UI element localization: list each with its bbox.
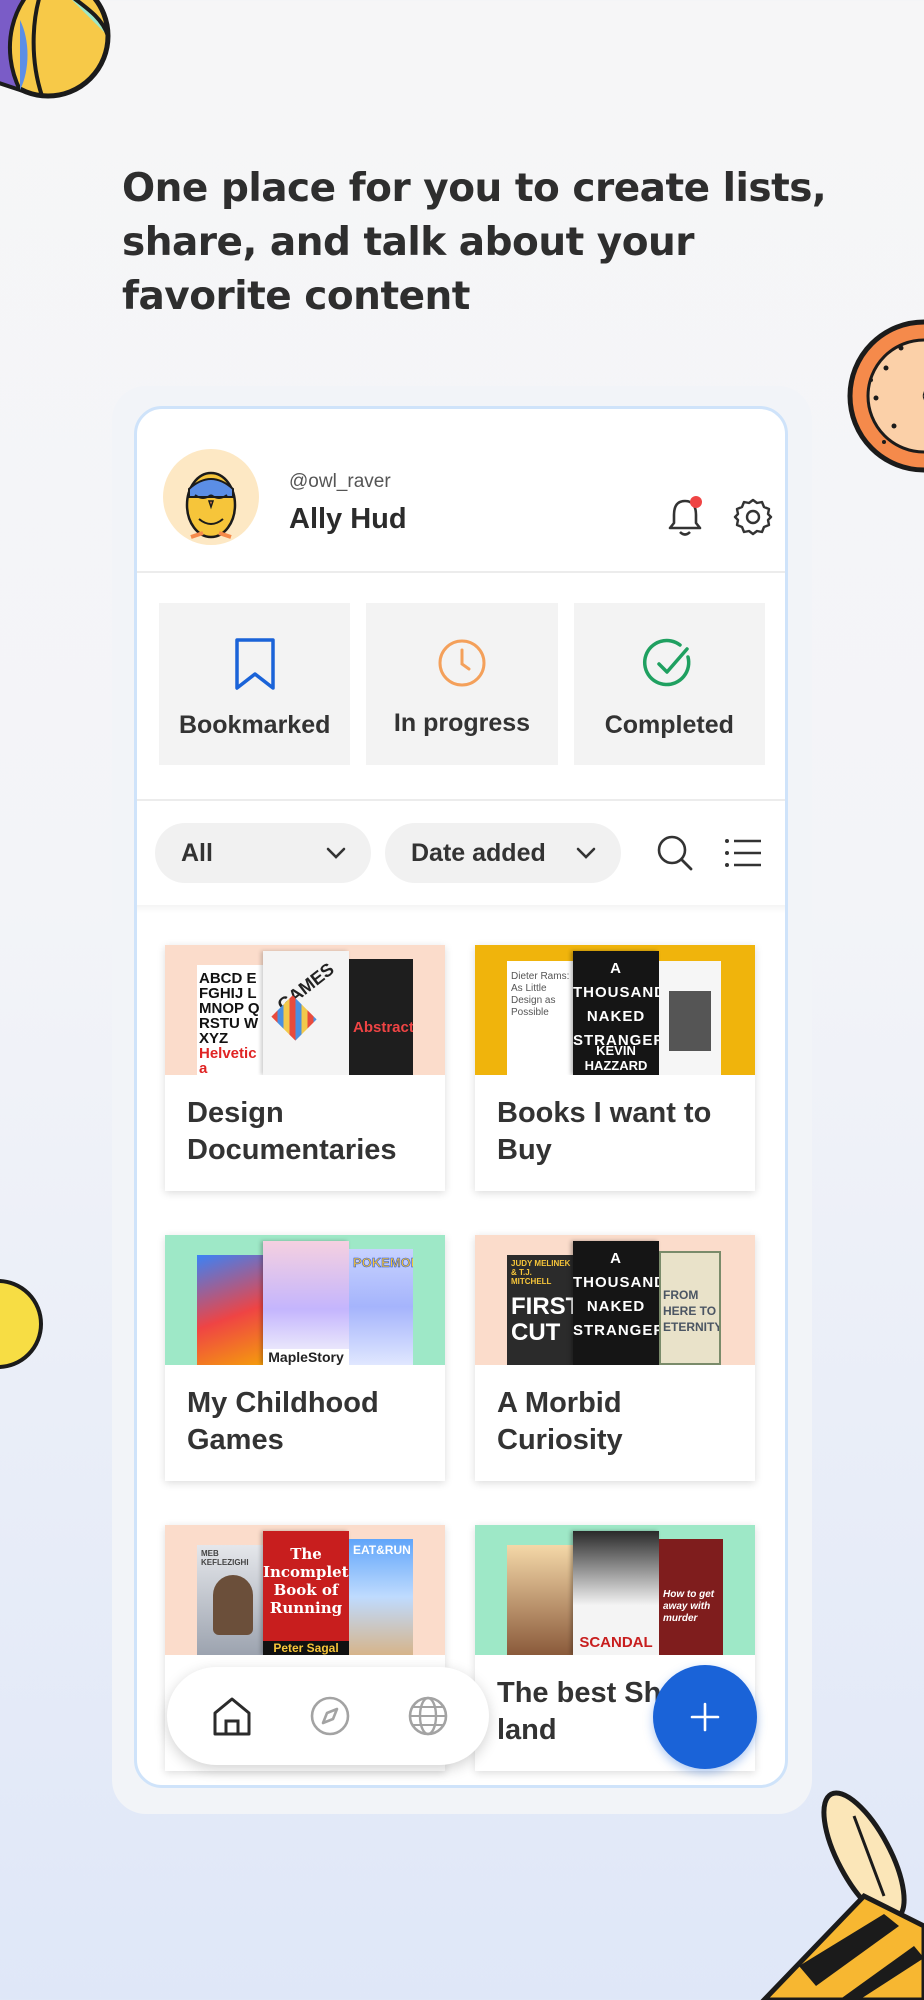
list-title: My Childhood Games (187, 1387, 379, 1456)
completed-label: Completed (604, 711, 734, 739)
list-card-my-childhood-games[interactable]: MapleStory POKEMON My Childhood Games (165, 1235, 445, 1481)
bell-icon (668, 496, 702, 536)
list-card-books-i-want-to-buy[interactable]: Dieter Rams: As Little Design as Possibl… (475, 945, 755, 1191)
create-list-button[interactable] (653, 1665, 757, 1769)
cover-book (197, 1255, 267, 1365)
avatar[interactable] (163, 449, 259, 545)
sort-value: Date added (411, 838, 546, 867)
list-cover: Dieter Rams: As Little Design as Possibl… (475, 945, 755, 1075)
grid-top-shadow (137, 905, 785, 913)
list-card-design-documentaries[interactable]: ABCD EFGHIJ LMNOP QRSTU WXYZ Helvetica GA… (165, 945, 445, 1191)
cover-book: ABCD EFGHIJ LMNOP QRSTU WXYZ Helvetica (197, 965, 265, 1075)
completed-card[interactable]: Completed (573, 603, 765, 765)
cover-book: POKEMON (349, 1249, 413, 1365)
list-view-icon (725, 839, 761, 867)
list-view-button[interactable] (721, 831, 765, 875)
cover-book: FROM HERE TO ETERNITY (659, 1251, 721, 1365)
in-progress-card[interactable]: In progress (366, 603, 558, 765)
chevron-down-icon (576, 847, 596, 859)
profile-header: @owl_raver Ally Hud (137, 409, 785, 573)
cover-book: Abstract (349, 959, 413, 1075)
list-card-a-morbid-curiosity[interactable]: JUDY MELINEK & T.J. MITCHELL FIRST CUT A… (475, 1235, 755, 1481)
list-title: A Morbid Curiosity (497, 1387, 623, 1456)
cover-book: EAT&RUN (349, 1539, 413, 1655)
plus-icon (690, 1702, 720, 1732)
search-button[interactable] (653, 831, 697, 875)
search-icon (657, 835, 693, 871)
cover-book: MEB KEFLEZIGHI (197, 1545, 267, 1655)
settings-button[interactable] (731, 495, 775, 539)
clock-icon (438, 639, 486, 687)
bookmark-icon (234, 638, 275, 690)
nav-home[interactable] (209, 1693, 255, 1739)
in-progress-label: In progress (393, 709, 531, 737)
cover-book: JUDY MELINEK & T.J. MITCHELL FIRST CUT (507, 1255, 575, 1365)
cover-book: GAMES (263, 951, 349, 1075)
profile-name: Ally Hud (289, 503, 407, 535)
cover-book: A THOUSAND NAKED STRANGERS KEVIN HAZZARD (573, 951, 659, 1075)
globe-icon (408, 1696, 448, 1736)
list-cover: MapleStory POKEMON (165, 1235, 445, 1365)
gear-icon (733, 498, 773, 536)
status-filters: Bookmarked In progress Completed (159, 603, 765, 765)
home-icon (213, 1697, 251, 1736)
bookmarked-card[interactable]: Bookmarked (159, 603, 351, 765)
cover-book: Dieter Rams: As Little Design as Possibl… (507, 961, 581, 1075)
list-title: Books I want to Buy (497, 1097, 712, 1166)
cover-book: MapleStory (263, 1241, 349, 1365)
notifications-button[interactable] (663, 495, 707, 539)
cover-book (507, 1545, 577, 1655)
chevron-down-icon (326, 847, 346, 859)
type-filter-value: All (181, 838, 213, 867)
filter-bar: All Date added (155, 823, 775, 887)
check-circle-icon (643, 638, 691, 687)
cover-book (659, 961, 721, 1075)
headline: One place for you to create lists, share… (122, 166, 827, 319)
nav-global[interactable] (405, 1693, 451, 1739)
compass-icon (310, 1696, 350, 1736)
sort-dropdown[interactable]: Date added (385, 823, 621, 883)
section-divider (137, 799, 785, 801)
nav-explore[interactable] (307, 1693, 353, 1739)
list-cover: JUDY MELINEK & T.J. MITCHELL FIRST CUT A… (475, 1235, 755, 1365)
owl-avatar-icon (185, 471, 237, 539)
list-cover: SCANDAL How to get away with murder (475, 1525, 755, 1655)
list-cover: ABCD EFGHIJ LMNOP QRSTU WXYZ Helvetica GA… (165, 945, 445, 1075)
list-cover: MEB KEFLEZIGHI The Incomplete Book of Ru… (165, 1525, 445, 1655)
yellow-circle-decoration (0, 1279, 43, 1369)
notification-dot (690, 496, 702, 508)
list-title: Design Documentaries (187, 1097, 397, 1166)
cover-book: How to get away with murder (659, 1539, 723, 1655)
type-filter-dropdown[interactable]: All (155, 823, 371, 883)
bee-decoration (760, 1790, 924, 2000)
cover-book: The Incomplete Book of Running Peter Sag… (263, 1531, 349, 1655)
app-screen: @owl_raver Ally Hud Bookmarked In progre… (134, 406, 788, 1788)
orange-fruit-decoration (847, 319, 924, 473)
bookmarked-label: Bookmarked (178, 711, 331, 739)
cover-book: SCANDAL (573, 1531, 659, 1655)
cover-book: A THOUSAND NAKED STRANGERS (573, 1241, 659, 1365)
profile-handle: @owl_raver (289, 471, 391, 492)
bottom-navigation (167, 1667, 489, 1765)
beach-ball-decoration (0, 0, 111, 99)
